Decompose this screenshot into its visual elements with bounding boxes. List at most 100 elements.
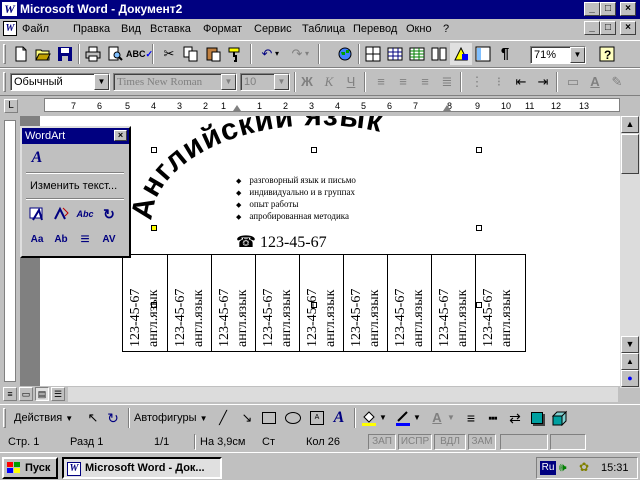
italic-button[interactable]: К bbox=[318, 71, 340, 93]
menu-help[interactable]: ? bbox=[443, 22, 449, 37]
insert-table-icon[interactable] bbox=[384, 43, 406, 65]
selection-handle[interactable] bbox=[311, 147, 317, 153]
autoshapes-menu-button[interactable]: Автофигуры ▼ bbox=[134, 409, 208, 427]
vertical-ruler-strip[interactable] bbox=[4, 120, 16, 382]
word-app-icon[interactable]: W bbox=[2, 2, 17, 16]
clock[interactable]: 15:31 bbox=[601, 461, 629, 475]
chevron-down-icon[interactable]: ▼ bbox=[446, 407, 456, 429]
free-rotate-icon[interactable]: ↻ bbox=[98, 203, 120, 225]
oval-icon[interactable] bbox=[282, 407, 304, 429]
drawing-icon[interactable] bbox=[450, 43, 472, 65]
selection-handle[interactable] bbox=[151, 147, 157, 153]
selection-handle[interactable] bbox=[476, 147, 482, 153]
shadow-icon[interactable] bbox=[526, 407, 548, 429]
right-indent-marker[interactable] bbox=[443, 105, 451, 111]
format-wordart-icon[interactable] bbox=[50, 203, 72, 225]
style-dropdown[interactable]: Обычный ▼ bbox=[10, 73, 110, 91]
browse-object-icon[interactable]: ● bbox=[621, 370, 639, 387]
redo-dropdown-icon[interactable]: ▾ bbox=[302, 43, 312, 65]
menu-table[interactable]: Таблица bbox=[302, 22, 345, 37]
align-left-icon[interactable]: ≡ bbox=[370, 71, 392, 93]
wordart-same-height-icon[interactable]: Aa bbox=[26, 229, 48, 251]
toolbar-grip[interactable] bbox=[3, 72, 6, 92]
menu-window[interactable]: Окно bbox=[406, 22, 432, 37]
align-right-icon[interactable]: ≡ bbox=[414, 71, 436, 93]
start-button[interactable]: Пуск bbox=[2, 457, 58, 479]
wordart-gallery-icon[interactable] bbox=[26, 203, 48, 225]
open-folder-icon[interactable] bbox=[32, 43, 54, 65]
print-icon[interactable] bbox=[82, 43, 104, 65]
wordart-vertical-text-icon[interactable]: Ab bbox=[50, 229, 72, 251]
select-pointer-icon[interactable]: ↖ bbox=[82, 407, 104, 429]
line-color-icon[interactable] bbox=[392, 407, 414, 429]
font-color-icon[interactable]: A bbox=[584, 71, 606, 93]
show-formatting-icon[interactable]: ¶ bbox=[494, 43, 516, 65]
print-layout-icon[interactable]: ▤ bbox=[35, 387, 49, 401]
language-indicator[interactable]: Ru bbox=[540, 461, 556, 475]
chevron-down-icon[interactable]: ▼ bbox=[412, 407, 422, 429]
spelling-icon[interactable]: ABC✓ bbox=[126, 43, 153, 65]
paste-icon[interactable] bbox=[202, 43, 224, 65]
tray-app-icon[interactable]: ✿ bbox=[579, 460, 589, 474]
bold-button[interactable]: Ж bbox=[296, 71, 318, 93]
insert-wordart-icon[interactable]: A bbox=[26, 147, 48, 169]
prev-page-icon[interactable]: ▲ bbox=[621, 353, 639, 370]
doc-close-button[interactable]: × bbox=[620, 21, 636, 35]
help-icon[interactable]: ? bbox=[596, 43, 618, 65]
left-indent-marker[interactable] bbox=[233, 105, 241, 111]
toolbar-grip[interactable] bbox=[3, 408, 6, 428]
decrease-indent-icon[interactable]: ⇤ bbox=[510, 71, 532, 93]
ruler-strip[interactable]: 7 6 5 4 3 2 1 1 2 3 4 5 6 7 8 9 10 11 12… bbox=[44, 98, 620, 112]
chevron-down-icon[interactable]: ▼ bbox=[378, 407, 388, 429]
web-layout-icon[interactable]: ▭ bbox=[19, 387, 33, 401]
close-button[interactable]: × bbox=[620, 2, 636, 16]
copy-icon[interactable] bbox=[180, 43, 202, 65]
doc-restore-button[interactable]: □ bbox=[600, 21, 616, 35]
speaker-icon[interactable]: 🕪 bbox=[559, 460, 567, 475]
align-center-icon[interactable]: ≡ bbox=[392, 71, 414, 93]
insert-excel-icon[interactable] bbox=[406, 43, 428, 65]
web-hyperlink-icon[interactable] bbox=[334, 43, 356, 65]
menu-file[interactable]: Файл bbox=[22, 22, 49, 37]
document-icon[interactable]: W bbox=[3, 21, 17, 36]
normal-view-icon[interactable]: ≡ bbox=[3, 387, 17, 401]
arrow-style-icon[interactable]: ⇄ bbox=[504, 407, 526, 429]
justify-icon[interactable]: ≣ bbox=[436, 71, 458, 93]
close-icon[interactable]: × bbox=[114, 130, 127, 141]
bulleted-list-icon[interactable]: ⁝ bbox=[488, 71, 510, 93]
fill-color-icon[interactable] bbox=[358, 407, 380, 429]
columns-icon[interactable] bbox=[428, 43, 450, 65]
wordart-character-spacing-icon[interactable]: AV bbox=[98, 229, 120, 251]
edit-text-button[interactable]: Изменить текст... bbox=[30, 178, 117, 194]
menu-edit[interactable]: Правка bbox=[73, 22, 110, 37]
scroll-down-icon[interactable]: ▼ bbox=[621, 336, 639, 353]
underline-button[interactable]: Ч bbox=[340, 71, 362, 93]
print-preview-icon[interactable] bbox=[104, 43, 126, 65]
font-dropdown[interactable]: Times New Roman ▼ bbox=[113, 73, 237, 91]
scroll-up-icon[interactable]: ▲ bbox=[621, 116, 639, 133]
rectangle-icon[interactable] bbox=[258, 407, 280, 429]
status-trk[interactable]: ИСПР bbox=[398, 434, 432, 450]
wordart-toolbar-title[interactable]: WordArt × bbox=[22, 128, 129, 144]
scroll-thumb[interactable] bbox=[621, 134, 639, 174]
vertical-scrollbar[interactable]: ▲ ▼ ▲ ● bbox=[620, 116, 640, 388]
line-style-icon[interactable]: ≡ bbox=[460, 407, 482, 429]
undo-dropdown-icon[interactable]: ▾ bbox=[272, 43, 282, 65]
highlight-icon[interactable]: ▭ bbox=[562, 71, 584, 93]
doc-minimize-button[interactable]: _ bbox=[584, 21, 600, 35]
tab-selector-icon[interactable]: L bbox=[4, 99, 18, 113]
menu-translate[interactable]: Перевод bbox=[353, 22, 397, 37]
save-disk-icon[interactable] bbox=[54, 43, 76, 65]
menu-tools[interactable]: Сервис bbox=[254, 22, 292, 37]
wordart-alignment-icon[interactable]: ≡ bbox=[74, 229, 96, 251]
actions-menu-button[interactable]: Действия ▼ bbox=[14, 409, 73, 427]
wordart-shape-icon[interactable]: Abc bbox=[74, 203, 96, 225]
tables-borders-icon[interactable] bbox=[362, 43, 384, 65]
cut-scissors-icon[interactable]: ✂ bbox=[158, 43, 180, 65]
document-map-icon[interactable] bbox=[472, 43, 494, 65]
menu-insert[interactable]: Вставка bbox=[150, 22, 191, 37]
adjust-handle[interactable] bbox=[151, 225, 157, 231]
font-color-icon[interactable]: A bbox=[426, 407, 448, 429]
line-icon[interactable]: ╱ bbox=[212, 407, 234, 429]
pen-icon[interactable]: ✎ bbox=[606, 71, 628, 93]
